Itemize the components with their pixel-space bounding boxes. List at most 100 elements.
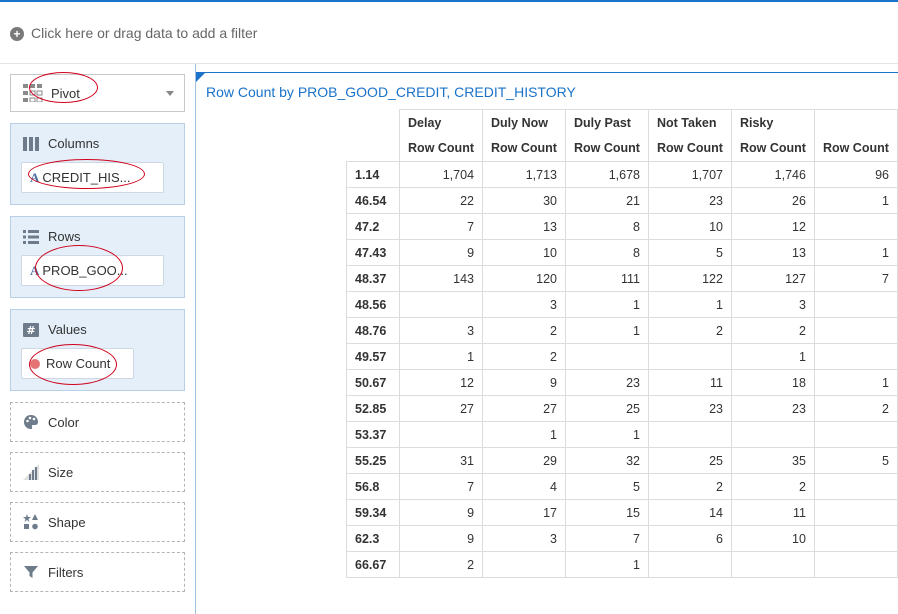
pivot-value-cell[interactable]: 7 [399,213,484,240]
rows-item-pill[interactable]: A PROB_GOO... [21,255,164,286]
pivot-value-cell[interactable]: 1,713 [482,161,566,188]
pivot-value-cell[interactable]: 2 [730,473,815,500]
pivot-value-cell[interactable]: 1 [482,421,566,448]
pivot-value-cell[interactable]: 2 [482,343,566,370]
pivot-value-cell[interactable]: 1 [565,317,649,344]
pivot-value-cell[interactable]: 3 [482,525,566,552]
pivot-measure-header[interactable]: Row Count [730,135,815,162]
pivot-measure-header[interactable]: Row Count [647,135,732,162]
pivot-value-cell[interactable] [813,213,898,240]
filters-drop-zone[interactable]: Filters [10,552,185,592]
pivot-row-header[interactable]: 59.34 [345,499,401,526]
pivot-row-header[interactable]: 47.2 [345,213,401,240]
pivot-value-cell[interactable]: 13 [482,213,566,240]
pivot-value-cell[interactable]: 32 [565,447,649,474]
pivot-measure-header[interactable]: Row Count [813,135,898,162]
pivot-value-cell[interactable]: 2 [813,395,898,422]
pivot-value-cell[interactable]: 111 [565,265,649,292]
pivot-value-cell[interactable]: 3 [730,291,815,318]
pivot-value-cell[interactable]: 1,704 [399,161,484,188]
pivot-value-cell[interactable]: 7 [813,265,898,292]
chevron-down-icon[interactable] [166,91,174,96]
pivot-value-cell[interactable]: 6 [647,525,732,552]
pivot-value-cell[interactable] [813,525,898,552]
pivot-value-cell[interactable] [730,551,815,578]
pivot-row-header[interactable]: 66.67 [345,551,401,578]
values-section[interactable]: # Values Row Count [10,309,185,391]
pivot-value-cell[interactable]: 5 [647,239,732,266]
pivot-value-cell[interactable] [813,421,898,448]
pivot-value-cell[interactable] [647,551,732,578]
pivot-value-cell[interactable]: 3 [399,317,484,344]
pivot-row-header[interactable]: 48.37 [345,265,401,292]
pivot-row-header[interactable]: 62.3 [345,525,401,552]
pivot-value-cell[interactable] [399,291,484,318]
pivot-column-header[interactable]: Duly Now [482,109,566,136]
pivot-row-header[interactable]: 48.56 [345,291,401,318]
pivot-value-cell[interactable]: 12 [399,369,484,396]
pivot-value-cell[interactable] [565,343,649,370]
pivot-value-cell[interactable]: 1 [730,343,815,370]
pivot-row-header[interactable]: 55.25 [345,447,401,474]
pivot-value-cell[interactable]: 4 [482,473,566,500]
pivot-value-cell[interactable]: 1 [565,551,649,578]
pivot-value-cell[interactable]: 127 [730,265,815,292]
pivot-value-cell[interactable]: 18 [730,369,815,396]
pivot-value-cell[interactable]: 23 [647,187,732,214]
pivot-row-header[interactable]: 48.76 [345,317,401,344]
add-filter-icon[interactable]: + [10,26,24,41]
pivot-value-cell[interactable]: 10 [482,239,566,266]
pivot-column-header[interactable]: Risky [730,109,815,136]
pivot-value-cell[interactable]: 23 [730,395,815,422]
pivot-value-cell[interactable]: 2 [647,317,732,344]
pivot-column-header[interactable]: Delay [399,109,484,136]
pivot-value-cell[interactable]: 9 [482,369,566,396]
pivot-row-header[interactable]: 50.67 [345,369,401,396]
rows-section[interactable]: Rows A PROB_GOO... [10,216,185,298]
pivot-value-cell[interactable]: 7 [565,525,649,552]
pivot-value-cell[interactable]: 25 [647,447,732,474]
pivot-measure-header[interactable]: Row Count [482,135,566,162]
pivot-value-cell[interactable]: 1 [813,187,898,214]
pivot-value-cell[interactable] [647,421,732,448]
pivot-value-cell[interactable]: 27 [482,395,566,422]
pivot-value-cell[interactable] [730,421,815,448]
pivot-value-cell[interactable]: 2 [399,551,484,578]
values-item-pill[interactable]: Row Count [21,348,134,379]
columns-item-pill[interactable]: A CREDIT_HIS... [21,162,164,193]
columns-section[interactable]: Columns A CREDIT_HIS... [10,123,185,205]
pivot-value-cell[interactable] [813,499,898,526]
pivot-value-cell[interactable]: 10 [647,213,732,240]
pivot-row-header[interactable]: 49.57 [345,343,401,370]
color-drop-zone[interactable]: Color [10,402,185,442]
pivot-column-header[interactable]: Not Taken [647,109,732,136]
pivot-value-cell[interactable]: 1 [565,421,649,448]
pivot-value-cell[interactable]: 2 [647,473,732,500]
pivot-value-cell[interactable]: 1 [647,291,732,318]
pivot-row-header[interactable]: 47.43 [345,239,401,266]
pivot-value-cell[interactable] [482,551,566,578]
pivot-value-cell[interactable]: 8 [565,239,649,266]
pivot-row-header[interactable]: 53.37 [345,421,401,448]
pivot-value-cell[interactable]: 13 [730,239,815,266]
pivot-column-header[interactable] [813,109,898,136]
pivot-value-cell[interactable]: 7 [399,473,484,500]
pivot-value-cell[interactable]: 9 [399,525,484,552]
pivot-value-cell[interactable]: 14 [647,499,732,526]
pivot-value-cell[interactable]: 1,746 [730,161,815,188]
pivot-value-cell[interactable]: 15 [565,499,649,526]
pivot-value-cell[interactable]: 9 [399,499,484,526]
filter-bar[interactable]: + Click here or drag data to add a filte… [0,2,898,64]
pivot-value-cell[interactable]: 29 [482,447,566,474]
shape-drop-zone[interactable]: Shape [10,502,185,542]
pivot-value-cell[interactable]: 1 [565,291,649,318]
viz-type-select[interactable]: Pivot [10,74,185,112]
pivot-value-cell[interactable]: 3 [482,291,566,318]
pivot-value-cell[interactable]: 12 [730,213,815,240]
pivot-value-cell[interactable]: 122 [647,265,732,292]
pivot-row-header[interactable]: 56.8 [345,473,401,500]
pivot-column-header[interactable]: Duly Past [565,109,649,136]
pivot-value-cell[interactable]: 96 [813,161,898,188]
pivot-value-cell[interactable] [813,317,898,344]
pivot-value-cell[interactable]: 27 [399,395,484,422]
